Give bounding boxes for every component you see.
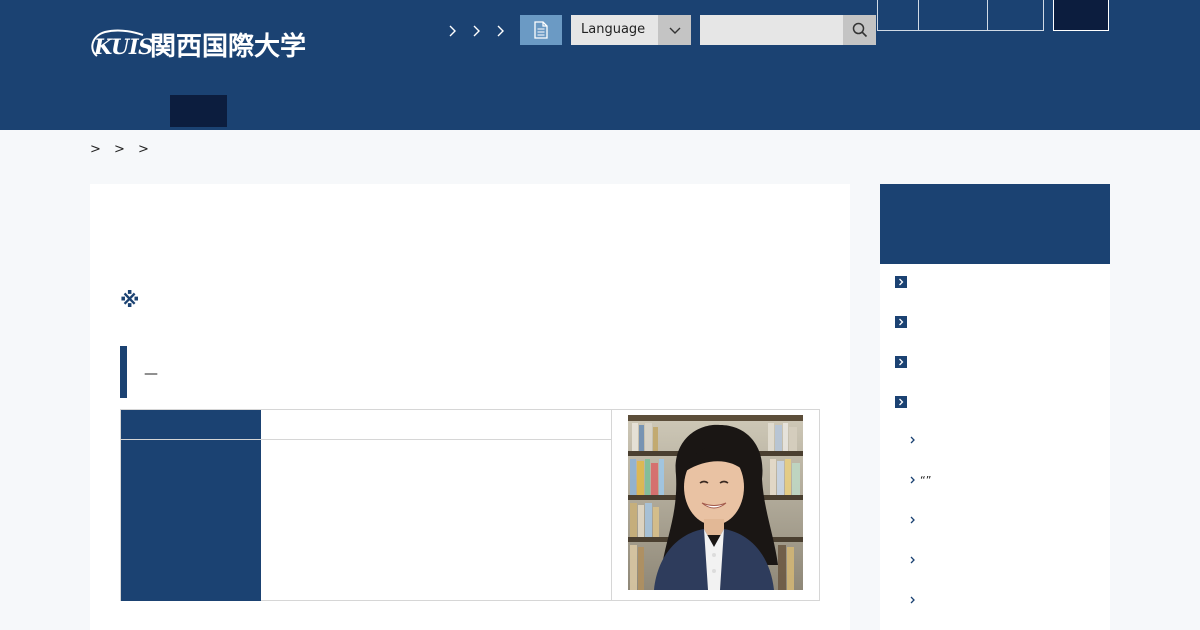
chevron-right-icon [910,436,915,444]
site-header: KUIS 関西国際大学 Language [0,0,1200,130]
utility-link-3[interactable] [488,16,512,46]
document-icon [534,21,548,39]
sidebar-item-2[interactable] [895,312,907,332]
language-select[interactable]: Language [571,15,691,45]
chevron-right-icon [895,276,907,288]
sidebar-item-3[interactable] [895,352,907,372]
document-button[interactable] [520,15,562,45]
sidebar-subitem-1[interactable] [908,430,920,450]
note-mark: ※ [120,288,140,312]
chevron-right-icon [895,396,907,408]
global-nav-active-item[interactable] [170,95,227,127]
profile-table-cell-details [261,440,611,601]
chevron-right-icon [910,476,915,484]
section-title: — [144,366,158,382]
utility-links [440,16,512,46]
top-box-3[interactable] [987,0,1044,31]
chevron-down-icon [669,27,680,34]
sidebar-item-1[interactable] [895,272,907,292]
chevron-right-icon [910,596,915,604]
profile-table [120,409,820,601]
chevron-right-icon [910,516,915,524]
sidebar-subitem-5[interactable] [908,590,920,610]
faculty-portrait-image [628,415,803,590]
top-box-2[interactable] [918,0,988,31]
language-label: Language [581,22,646,37]
breadcrumb-separator: > [114,142,125,157]
sidebar-heading [880,184,1110,264]
top-box-1[interactable] [877,0,919,31]
faculty-photo [628,415,803,590]
breadcrumb: > > > [90,142,162,157]
sidebar-subitem-3[interactable] [908,510,920,530]
profile-table-cell-name [261,410,611,439]
language-dropdown-toggle[interactable] [658,15,691,45]
logo-mark-text: KUIS [94,33,153,59]
sidebar-item-4[interactable] [895,392,907,412]
utility-link-2[interactable] [464,16,488,46]
search-icon [852,22,867,38]
top-box-highlight[interactable] [1053,0,1109,31]
chevron-right-icon [895,356,907,368]
chevron-right-icon [497,25,504,37]
sidebar-subitem-4[interactable] [908,550,920,570]
chevron-right-icon [473,25,480,37]
main-content: ※ — [90,184,850,630]
profile-table-header-name [121,410,261,439]
sidebar-subitem-label: “” [920,473,932,487]
site-logo[interactable]: KUIS 関西国際大学 [90,26,306,62]
chevron-right-icon [910,556,915,564]
search-input[interactable] [700,15,843,45]
sidebar-subitem-2[interactable]: “” [908,470,931,490]
logo-mark: KUIS [90,29,153,59]
divider [611,410,612,600]
search-button[interactable] [843,15,876,45]
section-heading-bar [120,346,127,398]
chevron-right-icon [895,316,907,328]
sidebar: “” [880,184,1110,630]
utility-link-1[interactable] [440,16,464,46]
top-utility-boxes [877,0,1109,31]
chevron-right-icon [449,25,456,37]
site-search [700,15,876,45]
breadcrumb-separator: > [90,142,101,157]
profile-table-header-details [121,440,261,601]
logo-university-name: 関西国際大学 [150,31,307,62]
breadcrumb-separator: > [138,142,149,157]
